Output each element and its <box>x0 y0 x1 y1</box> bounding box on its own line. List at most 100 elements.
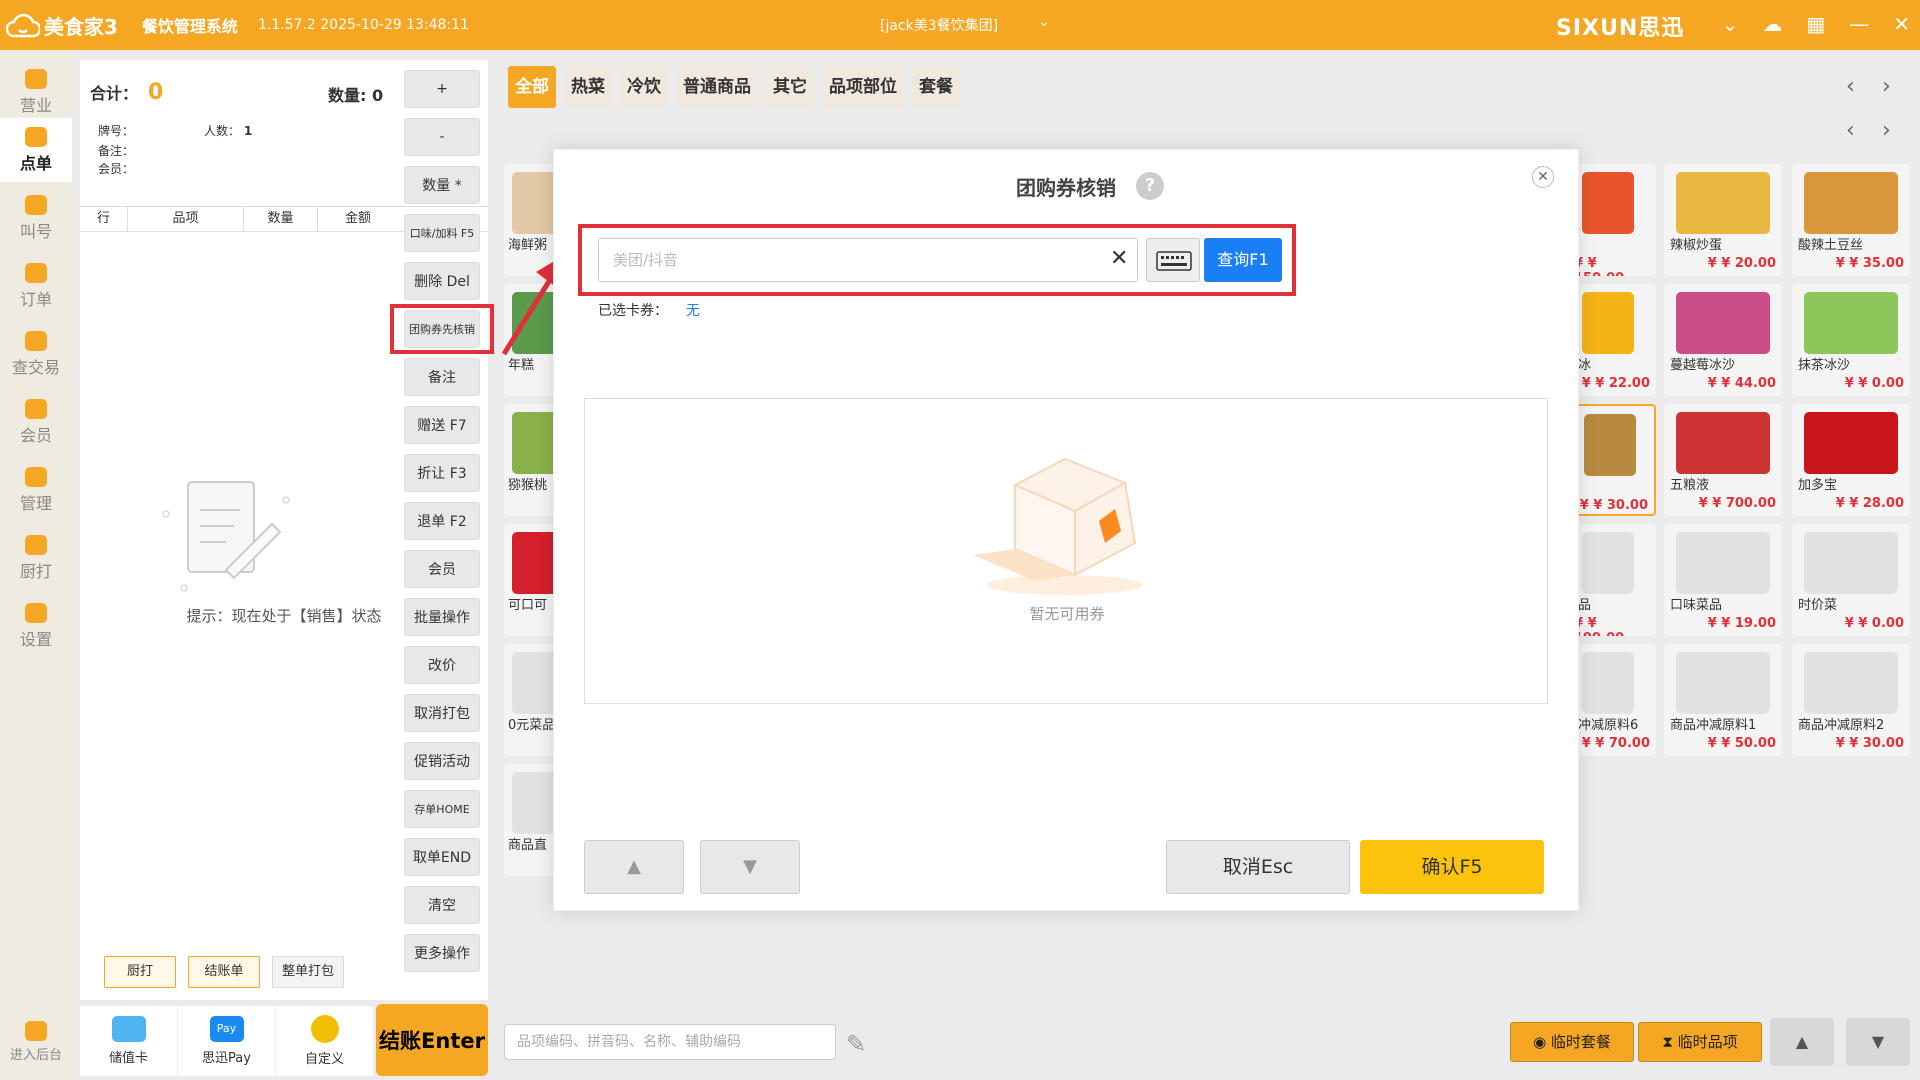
item-price: ¥ ¥ 30.00 <box>1579 498 1648 513</box>
bill-button[interactable]: 结账单 <box>188 956 260 988</box>
item-price: ¥ ¥ 19.00 <box>1707 616 1776 631</box>
item-name: 蔓越莓冰沙 <box>1670 358 1736 373</box>
menu-item[interactable]: ¥ ¥ 150.00 <box>1574 164 1656 276</box>
menu-item[interactable]: 加多宝 ¥ ¥ 28.00 <box>1792 404 1910 516</box>
tab-all[interactable]: 全部 <box>508 66 556 108</box>
item-price: ¥ ¥ 28.00 <box>1835 496 1904 511</box>
menu-item[interactable]: 品 ¥ ¥ 199.00 <box>1574 524 1656 636</box>
item-image <box>1676 412 1770 474</box>
item-image <box>1676 172 1770 234</box>
save-order-button[interactable]: 存单HOME <box>404 790 480 828</box>
refund-button[interactable]: 退单 F2 <box>404 502 480 540</box>
menu-item[interactable]: 冲减原料6 ¥ ¥ 70.00 <box>1574 644 1656 756</box>
menu-item[interactable]: 辣椒炒蛋 ¥ ¥ 20.00 <box>1664 164 1782 276</box>
checkout-button[interactable]: 结账Enter <box>376 1004 488 1076</box>
chevron-right-icon[interactable]: › <box>1882 118 1891 143</box>
menu-item[interactable]: 口味菜品 ¥ ¥ 19.00 <box>1664 524 1782 636</box>
title-bar: 美食家3 餐饮管理系统 1.1.57.2 2025-10-29 13:48:11… <box>0 0 1920 50</box>
chevron-down-icon[interactable]: ⌄ <box>1722 12 1739 36</box>
menu-item[interactable]: 五粮液 ¥ ¥ 700.00 <box>1664 404 1782 516</box>
chevron-left-icon[interactable]: ‹ <box>1846 118 1855 143</box>
nav-item-member[interactable]: 会员 <box>0 390 72 454</box>
group-selector[interactable]: [jack美3餐饮集团] <box>880 15 998 35</box>
temp-set-button[interactable]: ◉ 临时套餐 <box>1510 1022 1634 1062</box>
order-action-row: 厨打 结账单 整单打包 <box>104 956 344 988</box>
note-button[interactable]: 备注 <box>404 358 480 396</box>
temp-item-button[interactable]: ⧗ 临时品项 <box>1638 1022 1762 1062</box>
quantity-button[interactable]: 数量 * <box>404 166 480 204</box>
batch-button[interactable]: 批量操作 <box>404 598 480 636</box>
menu-item[interactable]: 蔓越莓冰沙 ¥ ¥ 44.00 <box>1664 284 1782 396</box>
stored-card-button[interactable]: 储值卡 <box>80 1006 178 1076</box>
cloud-icon[interactable]: ☁ <box>1762 12 1782 36</box>
pack-all-button[interactable]: 整单打包 <box>272 956 344 988</box>
item-image <box>1804 292 1898 354</box>
nav-item-business[interactable]: 营业 <box>0 60 72 124</box>
change-price-button[interactable]: 改价 <box>404 646 480 684</box>
custom-pay-button[interactable]: 自定义 <box>276 1006 374 1076</box>
member-button[interactable]: 会员 <box>404 550 480 588</box>
menu-item[interactable]: ¥ ¥ 30.00 <box>1574 404 1656 516</box>
tab-cold-drinks[interactable]: 冷饮 <box>620 66 668 108</box>
chevron-left-icon[interactable]: ‹ <box>1846 74 1855 99</box>
handwriting-icon[interactable]: ✎ <box>846 1030 866 1058</box>
menu-item[interactable]: 酸辣土豆丝 ¥ ¥ 35.00 <box>1792 164 1910 276</box>
retrieve-order-button[interactable]: 取单END <box>404 838 480 876</box>
sixun-pay-button[interactable]: Pay 思迅Pay <box>178 1006 276 1076</box>
nav-item-call-number[interactable]: 叫号 <box>0 186 72 250</box>
nav-item-orders[interactable]: 订单 <box>0 254 72 318</box>
gift-button[interactable]: 赠送 F7 <box>404 406 480 444</box>
item-name: 抹茶冰沙 <box>1798 358 1851 373</box>
minus-button[interactable]: - <box>404 118 480 156</box>
minimize-icon[interactable]: — <box>1849 12 1869 36</box>
tab-set-meal[interactable]: 套餐 <box>912 66 960 108</box>
order-member: 会员： <box>98 162 135 176</box>
close-icon[interactable]: ✕ <box>1532 166 1554 188</box>
tab-hot-dishes[interactable]: 热菜 <box>564 66 612 108</box>
discount-button[interactable]: 折让 F3 <box>404 454 480 492</box>
tab-other[interactable]: 其它 <box>766 66 814 108</box>
chevron-down-icon[interactable]: ⌄ <box>1038 14 1050 30</box>
list-icon <box>25 466 47 487</box>
scroll-down-button[interactable]: ▼ <box>700 840 800 894</box>
nav-item-kitchen-print[interactable]: 厨打 <box>0 526 72 590</box>
placeholder-image-icon <box>1582 652 1634 714</box>
plus-button[interactable]: + <box>404 70 480 108</box>
coupon-list-area: 暂无可用券 <box>584 398 1548 704</box>
kitchen-print-button[interactable]: 厨打 <box>104 956 176 988</box>
chevron-right-icon[interactable]: › <box>1882 74 1891 99</box>
nav-item-order[interactable]: 点单 <box>0 118 72 182</box>
tab-normal-goods[interactable]: 普通商品 <box>676 66 758 108</box>
printer-icon <box>25 534 47 555</box>
close-icon[interactable]: ✕ <box>1893 12 1910 36</box>
help-icon[interactable]: ? <box>1136 172 1164 200</box>
promotion-button[interactable]: 促销活动 <box>404 742 480 780</box>
menu-item[interactable]: 商品冲减原料2 ¥ ¥ 30.00 <box>1792 644 1910 756</box>
col-amount: 金额 <box>344 211 371 226</box>
menu-item[interactable]: 时价菜 ¥ ¥ 0.00 <box>1792 524 1910 636</box>
item-name: 时价菜 <box>1798 598 1838 613</box>
nav-item-settings[interactable]: 设置 <box>0 594 72 658</box>
menu-item[interactable]: 抹茶冰沙 ¥ ¥ 0.00 <box>1792 284 1910 396</box>
tab-item-parts[interactable]: 品项部位 <box>822 66 904 108</box>
flavor-button[interactable]: 口味/加料 F5 <box>404 214 480 252</box>
item-image <box>1804 172 1898 234</box>
clear-button[interactable]: 清空 <box>404 886 480 924</box>
qrcode-icon[interactable]: ▦ <box>1806 12 1825 36</box>
cancel-pack-button[interactable]: 取消打包 <box>404 694 480 732</box>
menu-item[interactable]: 冰 ¥ ¥ 22.00 <box>1574 284 1656 396</box>
item-search-input[interactable]: 品项编码、拼音码、名称、辅助编码 <box>504 1024 836 1060</box>
menu-item[interactable]: 商品冲减原料1 ¥ ¥ 50.00 <box>1664 644 1782 756</box>
confirm-button[interactable]: 确认F5 <box>1360 840 1544 894</box>
cancel-button[interactable]: 取消Esc <box>1166 840 1350 894</box>
qty-label: 数量: 0 <box>328 86 384 105</box>
page-up-button[interactable]: ▲ <box>1770 1018 1834 1066</box>
nav-item-manage[interactable]: 管理 <box>0 458 72 522</box>
delete-button[interactable]: 删除 Del <box>404 262 480 300</box>
nav-item-transactions[interactable]: 查交易 <box>0 322 72 386</box>
selected-coupons: 已选卡券：无 <box>598 303 700 319</box>
scroll-up-button[interactable]: ▲ <box>584 840 684 894</box>
more-ops-button[interactable]: 更多操作 <box>404 934 480 972</box>
nav-item-backend[interactable]: 进入后台 <box>0 1010 72 1074</box>
page-down-button[interactable]: ▼ <box>1846 1018 1910 1066</box>
